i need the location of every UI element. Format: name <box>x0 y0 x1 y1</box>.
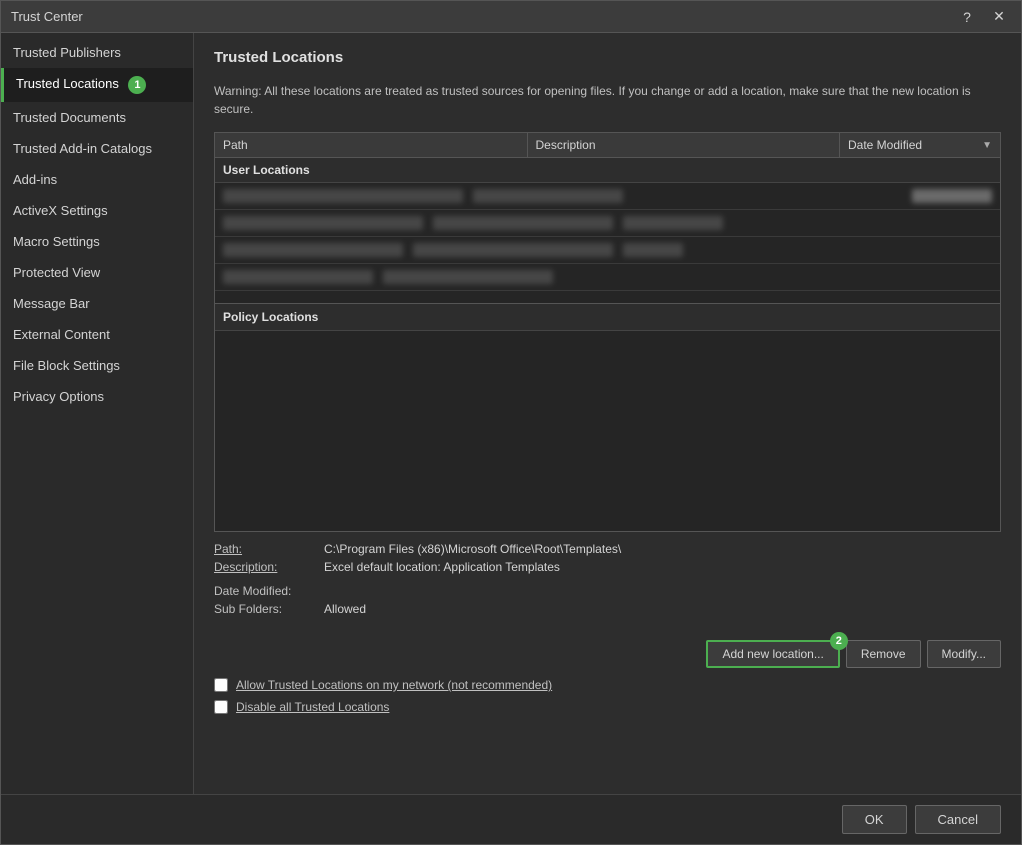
date-modified-label: Date Modified <box>848 138 922 152</box>
checkbox-section: Allow Trusted Locations on my network (n… <box>214 678 1001 714</box>
date-modified-label: Date Modified: <box>214 584 324 598</box>
dialog-footer: OK Cancel <box>1 794 1021 844</box>
title-bar: Trust Center ? ✕ <box>1 1 1021 33</box>
col-path: Path <box>215 133 528 157</box>
sidebar-item-label: ActiveX Settings <box>13 203 108 218</box>
sub-folders-value: Allowed <box>324 602 366 616</box>
remove-button[interactable]: Remove <box>846 640 921 668</box>
disable-all-row: Disable all Trusted Locations <box>214 700 1001 714</box>
locations-table: Path Description Date Modified ▼ User Lo… <box>214 132 1001 532</box>
disable-all-checkbox[interactable] <box>214 700 228 714</box>
sub-folders-detail-row: Sub Folders: Allowed <box>214 602 1001 616</box>
col-date-modified[interactable]: Date Modified ▼ <box>840 133 1000 157</box>
sidebar: Trusted Publishers Trusted Locations 1 T… <box>1 33 194 794</box>
warning-text: Warning: All these locations are treated… <box>214 82 1001 118</box>
sidebar-item-label: Message Bar <box>13 296 90 311</box>
sidebar-item-macro-settings[interactable]: Macro Settings <box>1 226 193 257</box>
sidebar-item-label: Macro Settings <box>13 234 100 249</box>
sidebar-item-trusted-locations[interactable]: Trusted Locations 1 <box>1 68 193 102</box>
allow-network-checkbox[interactable] <box>214 678 228 692</box>
policy-locations-area <box>215 331 1000 531</box>
table-row[interactable] <box>215 264 1000 291</box>
sidebar-item-trusted-documents[interactable]: Trusted Documents <box>1 102 193 133</box>
sidebar-item-privacy-options[interactable]: Privacy Options <box>1 381 193 412</box>
sidebar-item-activex-settings[interactable]: ActiveX Settings <box>1 195 193 226</box>
path-value: C:\Program Files (x86)\Microsoft Office\… <box>324 542 621 556</box>
path-label: Path: <box>214 542 324 556</box>
sidebar-item-label: Trusted Documents <box>13 110 126 125</box>
ok-button[interactable]: OK <box>842 805 907 834</box>
user-locations-label: User Locations <box>215 158 1000 183</box>
allow-network-row: Allow Trusted Locations on my network (n… <box>214 678 1001 692</box>
title-bar-controls: ? ✕ <box>955 5 1011 29</box>
sidebar-item-label: Trusted Publishers <box>13 45 121 60</box>
col-description: Description <box>528 133 841 157</box>
sub-folders-label: Sub Folders: <box>214 602 324 616</box>
dropdown-arrow-icon: ▼ <box>982 140 992 151</box>
add-new-location-button[interactable]: Add new location... 2 <box>706 640 839 668</box>
help-button[interactable]: ? <box>955 5 979 29</box>
path-detail-row: Path: C:\Program Files (x86)\Microsoft O… <box>214 542 1001 556</box>
section-title: Trusted Locations <box>214 49 1001 72</box>
sidebar-item-label: File Block Settings <box>13 358 120 373</box>
close-button[interactable]: ✕ <box>987 5 1011 29</box>
sidebar-item-trusted-publishers[interactable]: Trusted Publishers <box>1 37 193 68</box>
date-modified-detail-row: Date Modified: <box>214 584 1001 598</box>
table-row[interactable] <box>215 210 1000 237</box>
table-row[interactable] <box>215 183 1000 210</box>
sidebar-item-file-block-settings[interactable]: File Block Settings <box>1 350 193 381</box>
step-badge-1: 1 <box>128 76 146 94</box>
table-row[interactable] <box>215 237 1000 264</box>
sidebar-item-label: Privacy Options <box>13 389 104 404</box>
sidebar-item-label: External Content <box>13 327 110 342</box>
description-value: Excel default location: Application Temp… <box>324 560 560 574</box>
description-detail-row: Description: Excel default location: App… <box>214 560 1001 574</box>
trust-center-dialog: Trust Center ? ✕ Trusted Publishers Trus… <box>0 0 1022 845</box>
sidebar-item-label: Protected View <box>13 265 100 280</box>
main-content: Trusted Locations Warning: All these loc… <box>194 33 1021 794</box>
disable-all-label[interactable]: Disable all Trusted Locations <box>236 700 389 714</box>
modify-button[interactable]: Modify... <box>927 640 1001 668</box>
sidebar-item-add-ins[interactable]: Add-ins <box>1 164 193 195</box>
user-locations-area <box>215 183 1000 303</box>
dialog-title: Trust Center <box>11 9 83 24</box>
policy-locations-label: Policy Locations <box>215 303 1000 331</box>
sidebar-item-label: Trusted Locations <box>16 76 119 91</box>
cancel-button[interactable]: Cancel <box>915 805 1001 834</box>
details-section: Path: C:\Program Files (x86)\Microsoft O… <box>214 532 1001 630</box>
dialog-body: Trusted Publishers Trusted Locations 1 T… <box>1 33 1021 794</box>
description-label: Description: <box>214 560 324 574</box>
sidebar-item-external-content[interactable]: External Content <box>1 319 193 350</box>
sidebar-item-protected-view[interactable]: Protected View <box>1 257 193 288</box>
allow-network-label[interactable]: Allow Trusted Locations on my network (n… <box>236 678 552 692</box>
table-header: Path Description Date Modified ▼ <box>215 133 1000 158</box>
action-buttons: Add new location... 2 Remove Modify... <box>214 640 1001 668</box>
sidebar-item-trusted-add-in-catalogs[interactable]: Trusted Add-in Catalogs <box>1 133 193 164</box>
sidebar-item-label: Add-ins <box>13 172 57 187</box>
sidebar-item-message-bar[interactable]: Message Bar <box>1 288 193 319</box>
sidebar-item-label: Trusted Add-in Catalogs <box>13 141 152 156</box>
step-badge-2: 2 <box>830 632 848 650</box>
